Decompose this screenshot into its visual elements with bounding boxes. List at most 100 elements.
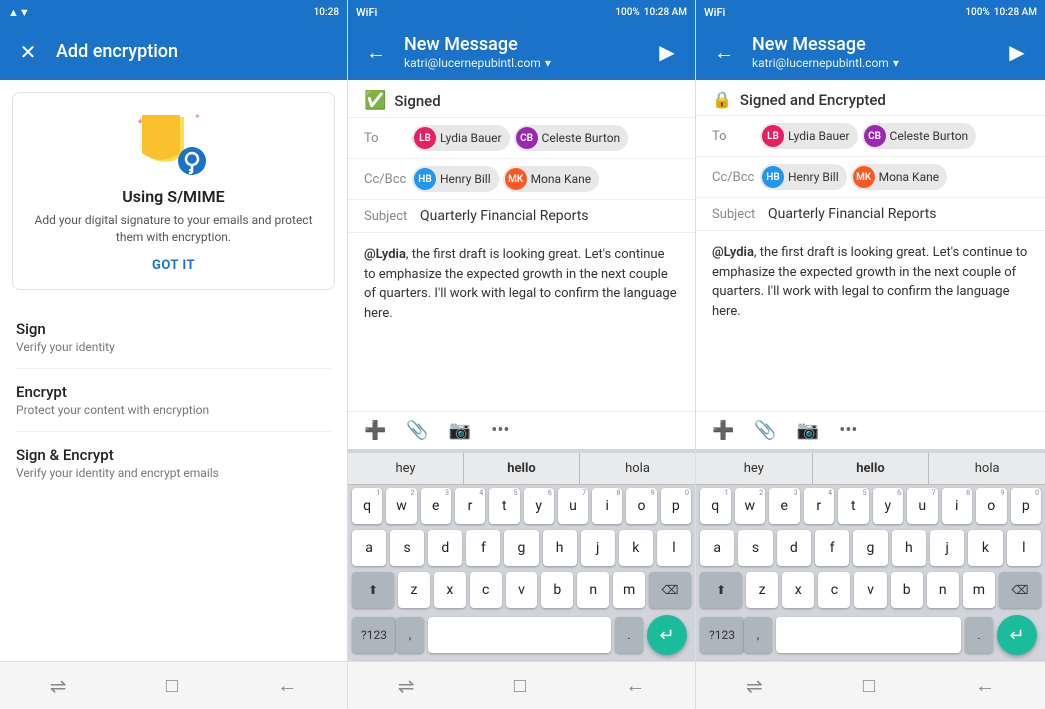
mid-key-h[interactable]: h [543,530,577,566]
right-key-n[interactable]: n [927,572,959,608]
mid-key-m[interactable]: m [613,572,645,608]
right-send-button[interactable]: ▶ [1001,36,1033,68]
mid-recipient-mona[interactable]: MK Mona Kane [503,166,600,192]
right-period-key[interactable]: . [965,617,993,653]
mid-num-key[interactable]: ?123 [352,617,396,653]
mid-comma-key[interactable]: , [396,617,424,653]
right-key-z[interactable]: z [746,572,778,608]
mid-key-q[interactable]: 1q [352,488,382,524]
right-key-c[interactable]: c [818,572,850,608]
mid-period-key[interactable]: . [615,617,643,653]
mid-space-key[interactable] [428,617,611,653]
right-key-i[interactable]: 8i [942,488,973,524]
mid-send-button[interactable]: ▶ [651,36,683,68]
right-key-j[interactable]: j [930,530,964,566]
mid-key-u[interactable]: 7u [558,488,588,524]
right-key-m[interactable]: m [963,572,995,608]
mid-shift-key[interactable]: ⬆ [352,572,394,608]
close-button[interactable]: ✕ [12,36,44,68]
right-key-d[interactable]: d [777,530,811,566]
right-shift-key[interactable]: ⬆ [700,572,742,608]
mid-key-z[interactable]: z [398,572,430,608]
mid-key-f[interactable]: f [466,530,500,566]
right-key-y[interactable]: 6y [873,488,904,524]
right-comma-key[interactable]: , [744,617,772,653]
mid-key-x[interactable]: x [434,572,466,608]
right-recipient-celeste[interactable]: CB Celeste Burton [862,123,977,149]
left-nav-home[interactable]: □ [166,673,178,698]
mid-key-r[interactable]: 4r [455,488,485,524]
right-delete-key[interactable]: ⌫ [999,572,1041,608]
mid-recipient-henry[interactable]: HB Henry Bill [412,166,499,192]
right-nav-recent[interactable]: ⇌ [746,674,763,698]
mid-attach-icon[interactable]: 📎 [406,420,428,441]
sign-option[interactable]: Sign Verify your identity [16,306,331,369]
mid-key-k[interactable]: k [619,530,653,566]
mid-key-s[interactable]: s [390,530,424,566]
right-key-e[interactable]: 3e [769,488,800,524]
left-nav-back[interactable]: ← [277,673,297,698]
mid-key-l[interactable]: l [657,530,691,566]
mid-key-v[interactable]: v [506,572,538,608]
right-more-icon[interactable]: ••• [839,420,857,441]
mid-key-b[interactable]: b [541,572,573,608]
right-key-p[interactable]: 0p [1011,488,1042,524]
left-nav-recent[interactable]: ⇌ [50,674,67,698]
mid-key-g[interactable]: g [504,530,538,566]
mid-recipient-lydia[interactable]: LB Lydia Bauer [412,125,510,151]
right-camera-icon[interactable]: 📷 [797,420,819,441]
mid-key-o[interactable]: 9o [626,488,656,524]
right-recipient-henry[interactable]: HB Henry Bill [760,164,847,190]
right-key-l[interactable]: l [1007,530,1041,566]
right-key-u[interactable]: 7u [907,488,938,524]
mid-nav-back[interactable]: ← [625,673,645,698]
mid-recipient-celeste[interactable]: CB Celeste Burton [514,125,629,151]
right-key-f[interactable]: f [815,530,849,566]
mid-suggestion-hola[interactable]: hola [580,453,695,484]
right-recipient-mona[interactable]: MK Mona Kane [851,164,948,190]
right-key-g[interactable]: g [853,530,887,566]
right-key-a[interactable]: a [700,530,734,566]
mid-camera-icon[interactable]: 📷 [449,420,471,441]
right-key-h[interactable]: h [892,530,926,566]
mid-delete-key[interactable]: ⌫ [649,572,691,608]
right-recipient-lydia[interactable]: LB Lydia Bauer [760,123,858,149]
right-key-t[interactable]: 5t [838,488,869,524]
got-it-button[interactable]: GOT IT [152,258,195,273]
mid-key-d[interactable]: d [428,530,462,566]
right-key-k[interactable]: k [968,530,1002,566]
right-add-icon[interactable]: ➕ [712,420,734,441]
right-num-key[interactable]: ?123 [700,617,744,653]
sign-encrypt-option[interactable]: Sign & Encrypt Verify your identity and … [16,432,331,494]
mid-key-c[interactable]: c [470,572,502,608]
right-suggestion-hola[interactable]: hola [929,453,1045,484]
mid-add-icon[interactable]: ➕ [364,420,386,441]
right-back-button[interactable]: ← [708,36,740,68]
right-key-b[interactable]: b [891,572,923,608]
mid-suggestion-hey[interactable]: hey [348,453,464,484]
mid-key-w[interactable]: 2w [386,488,416,524]
mid-key-e[interactable]: 3e [421,488,451,524]
mid-back-button[interactable]: ← [360,36,392,68]
mid-key-p[interactable]: 0p [661,488,691,524]
mid-email-body[interactable]: @Lydia, the first draft is looking great… [348,233,695,411]
right-suggestion-hey[interactable]: hey [696,453,813,484]
right-key-s[interactable]: s [738,530,772,566]
right-key-r[interactable]: 4r [804,488,835,524]
right-key-v[interactable]: v [854,572,886,608]
mid-key-t[interactable]: 5t [489,488,519,524]
right-attach-icon[interactable]: 📎 [754,420,776,441]
mid-nav-recent[interactable]: ⇌ [398,674,415,698]
right-key-w[interactable]: 2w [735,488,766,524]
mid-suggestion-hello[interactable]: hello [464,453,580,484]
right-email-body[interactable]: @Lydia, the first draft is looking great… [696,231,1045,411]
mid-key-y[interactable]: 6y [524,488,554,524]
mid-more-icon[interactable]: ••• [491,420,509,441]
right-nav-back[interactable]: ← [975,673,995,698]
mid-enter-key[interactable]: ↵ [647,615,687,655]
right-nav-home[interactable]: □ [863,673,875,698]
right-key-x[interactable]: x [782,572,814,608]
right-suggestion-hello[interactable]: hello [813,453,930,484]
mid-key-i[interactable]: 8i [592,488,622,524]
mid-key-n[interactable]: n [577,572,609,608]
